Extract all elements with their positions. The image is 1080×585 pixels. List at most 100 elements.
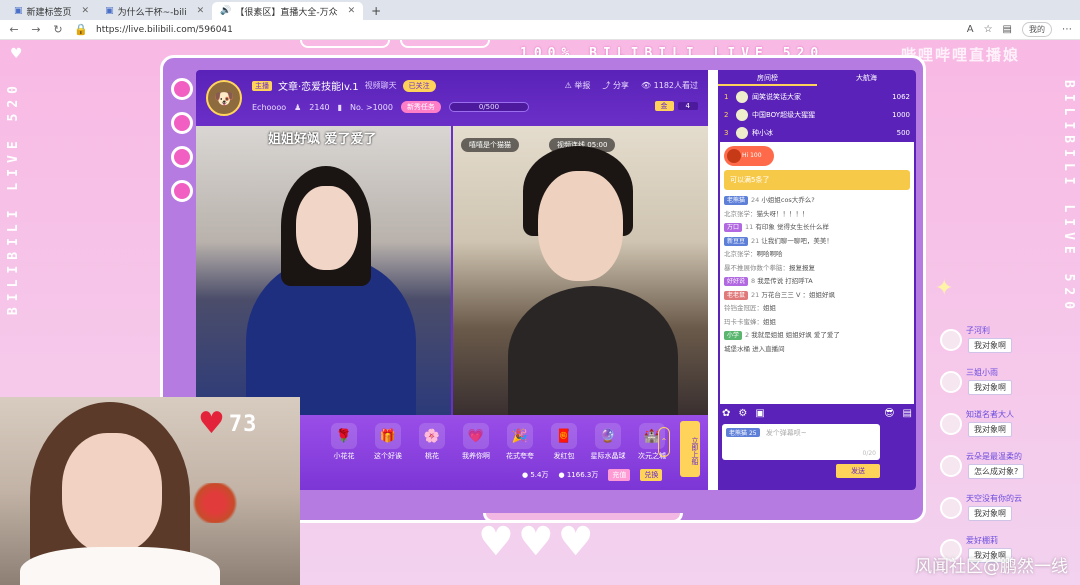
chat-message[interactable]: 老熊猫 24 小姐姐cos大乔么?: [720, 194, 914, 208]
chat-message[interactable]: 北京张学：啊哈啊哈: [720, 248, 914, 262]
browser-tab[interactable]: ▣ 为什么干杯~-bili ✕: [97, 2, 212, 20]
gift-list: 🌹 小花花 🎁 这个好诶 🌸 桃花 💗 我养你啊 🎉 花式夸夸 🧧 发红包 🔮 星际水晶球 🏰…: [326, 423, 670, 461]
danmaku-input[interactable]: 老熊猫 25 发个弹幕呗~ 0/20: [722, 424, 880, 460]
medal-badge: 新豆豆: [724, 236, 749, 246]
chat-username[interactable]: 玛卡卡蜜蜂：: [724, 318, 763, 326]
input-counter: 0/20: [862, 450, 876, 457]
tab-voyage[interactable]: 大航海: [817, 70, 916, 86]
browser-toolbar: A ☆ ▤ 我的 ⋯: [967, 22, 1072, 37]
chat-text: 啊哈啊哈: [756, 250, 783, 258]
gift-item[interactable]: 🔮 星际水晶球: [590, 423, 626, 461]
gift-item[interactable]: 🎁 这个好诶: [370, 423, 406, 461]
chat-message[interactable]: 北京张学：猫头呀！！！！！: [720, 208, 914, 222]
rank-row[interactable]: 1 闻笑说笑话大家 1062: [724, 88, 910, 106]
recharge-button[interactable]: 充值: [608, 469, 631, 481]
favorites-icon[interactable]: ☆: [984, 24, 993, 35]
collections-icon[interactable]: ▤: [1003, 24, 1012, 35]
medal-badge: 小学: [724, 331, 743, 340]
settings-icon[interactable]: ⚙: [738, 408, 747, 419]
chat-bubble[interactable]: 三姐小雨 我对象啊: [938, 367, 1078, 409]
more-icon[interactable]: ⋯: [1062, 24, 1072, 35]
chat-message[interactable]: 老老鼠 21 万花台三三 V ：姐姐好飒: [720, 289, 914, 303]
video-left[interactable]: 姐姐好飒 爱了爱了: [196, 126, 451, 415]
medal-level: 21: [751, 236, 760, 245]
medal-badge: 老熊猫: [724, 196, 749, 205]
browser-tab[interactable]: ▣ 新建标签页 ✕: [6, 2, 97, 20]
wallet: ● 5.4万 ● 1166.3万 充值 兑换: [522, 469, 663, 481]
gift-icon: 🎉: [507, 423, 533, 449]
webcam-overlay: ♥ 73: [0, 397, 300, 585]
room-header: 🐶 主播 文章·恋爱技能lv.1 视频聊天 已关注 Echoooo ♟ 2140…: [196, 70, 708, 126]
heart-icon: ♥: [557, 519, 594, 565]
tab-room-rank[interactable]: 房间榜: [718, 70, 817, 86]
chat-message[interactable]: 铃铛金冠匠：姐姐: [720, 302, 914, 316]
heart-count: 73: [228, 411, 258, 437]
forward-icon[interactable]: →: [30, 23, 42, 36]
gift-item[interactable]: 🎉 花式夸夸: [502, 423, 538, 461]
sticker-icon[interactable]: ▤: [903, 408, 912, 419]
chat-username[interactable]: 暴不推展你数个拳脑：: [724, 264, 789, 272]
bubble-username: 爱好棚莉: [966, 536, 998, 545]
gift-scroll-icon[interactable]: ⌃: [658, 427, 670, 457]
new-tab-button[interactable]: +: [363, 2, 389, 20]
chat-message[interactable]: 暴不推展你数个拳脑：报复报复: [720, 262, 914, 276]
chat-bubble[interactable]: 天空没有你的云 我对象啊: [938, 493, 1078, 535]
chat-message[interactable]: 小学 2 我就是姐姐 姐姐好飒 爱了爱了: [720, 329, 914, 343]
close-icon[interactable]: ✕: [197, 6, 205, 16]
report-button[interactable]: ⚠ 举报: [565, 80, 591, 91]
chat-username[interactable]: 铃铛金冠匠：: [724, 304, 763, 312]
lock-icon: 🔒: [74, 23, 88, 36]
chat-message[interactable]: 城堡水桶 进入直播间: [720, 343, 914, 357]
chat-list[interactable]: Hi 100 可以满5条了 老熊猫 24 小姐姐cos大乔么? 北京张学：猫头呀！！…: [720, 142, 914, 404]
chat-username[interactable]: 北京张学：: [724, 210, 757, 218]
page-icon: ▣: [105, 6, 114, 16]
close-icon[interactable]: ✕: [348, 6, 356, 16]
voyage-button[interactable]: 立即上船: [680, 421, 700, 477]
gold-box[interactable]: 金 4: [654, 101, 698, 111]
bubble-text: 怎么成对象?: [968, 464, 1025, 479]
rank-row[interactable]: 2 中国BOY超级大猩猩 1000: [724, 106, 910, 124]
room-category[interactable]: 视频聊天: [365, 80, 397, 91]
gift-item[interactable]: 💗 我养你啊: [458, 423, 494, 461]
gift-item[interactable]: 🌸 桃花: [414, 423, 450, 461]
gift-icon: 🔮: [595, 423, 621, 449]
refresh-icon[interactable]: ↻: [52, 23, 64, 36]
close-icon[interactable]: ✕: [82, 6, 90, 16]
gift-item[interactable]: 🌹 小花花: [326, 423, 362, 461]
gold-count: 4: [677, 102, 698, 110]
eye-icon: 👁: [640, 81, 654, 90]
bubble-username: 子河利: [966, 326, 990, 335]
url-text[interactable]: https://live.bilibili.com/596041: [96, 25, 233, 35]
chat-bubble[interactable]: 知道名者大人 我对象啊: [938, 409, 1078, 451]
rank-row[interactable]: 3 种小冰 500: [724, 124, 910, 142]
avatar: [940, 455, 962, 477]
follow-button[interactable]: 已关注: [402, 79, 436, 92]
read-aloud-icon[interactable]: A: [967, 24, 974, 35]
gift-item[interactable]: 🧧 发红包: [546, 423, 582, 461]
exchange-button[interactable]: 兑换: [640, 469, 663, 481]
profile-button[interactable]: 我的: [1022, 22, 1052, 37]
emoji-icon[interactable]: 😎: [884, 408, 894, 419]
task-badge[interactable]: 新秀任务: [400, 101, 441, 113]
chat-text: 报复报复: [789, 263, 815, 272]
chat-bubble[interactable]: 云朵是最温柔的 怎么成对象?: [938, 451, 1078, 493]
share-button[interactable]: ⤴ 分享: [602, 80, 629, 91]
chat-message[interactable]: 新豆豆 21 让我们聊一聊吧，美美！: [720, 235, 914, 249]
heart-icon: ♥: [198, 406, 225, 441]
chat-username[interactable]: 北京张学：: [724, 250, 757, 258]
sparkle-icon: ✦: [935, 276, 954, 301]
screenshot-icon[interactable]: ▣: [755, 408, 764, 419]
video-right[interactable]: 嘻嘻是个猫猫 视频连线 05:00: [453, 126, 708, 415]
task-progress: 0/500: [448, 102, 529, 112]
chat-message[interactable]: 玛卡卡蜜蜂：姐姐: [720, 316, 914, 330]
chat-message[interactable]: 好好说 8 我是传说 打招呼TA: [720, 275, 914, 289]
back-icon[interactable]: ←: [8, 23, 20, 36]
bubble-username: 知道名者大人: [966, 410, 1014, 419]
uploader-name[interactable]: Echoooo: [252, 103, 286, 112]
chat-bubble[interactable]: 子河利 我对象啊: [938, 325, 1078, 367]
chat-message[interactable]: 万口 11 有印象 觉得女生长什么样: [720, 221, 914, 235]
send-button[interactable]: 发送: [836, 464, 880, 478]
palette-icon[interactable]: ✿: [722, 408, 730, 419]
streamer-avatar[interactable]: 🐶: [206, 80, 242, 116]
browser-tab-active[interactable]: 🔊 【很素区】直播大全-万众 ✕: [212, 2, 364, 20]
